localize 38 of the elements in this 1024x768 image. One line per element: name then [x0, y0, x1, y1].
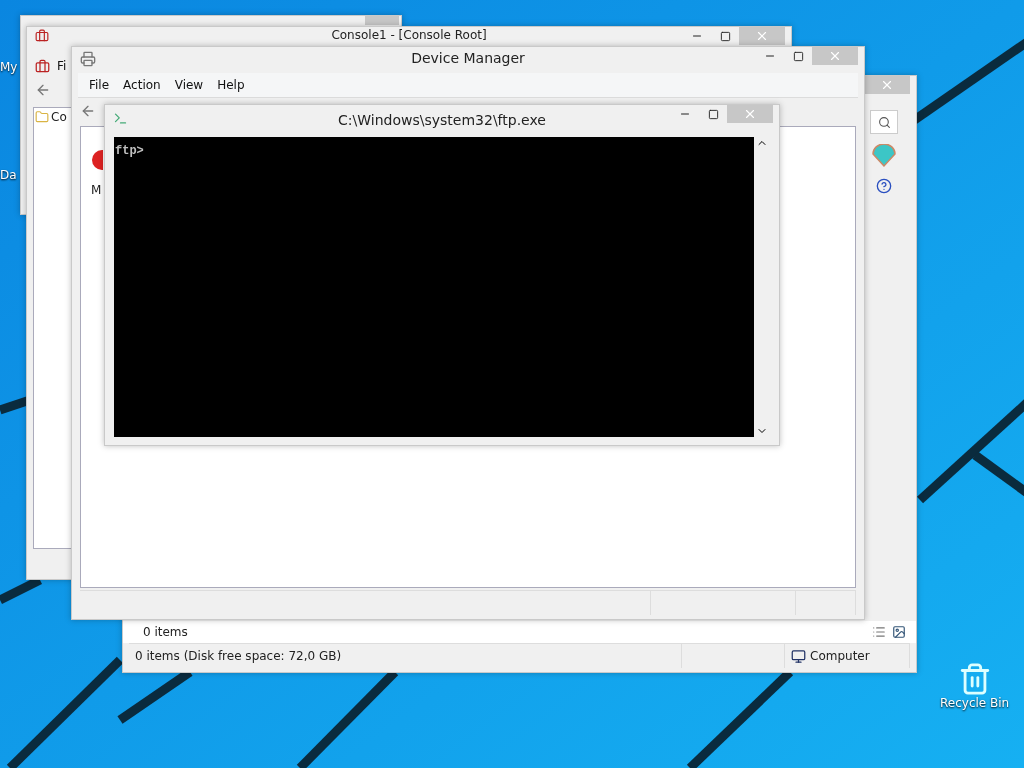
search-button[interactable]	[870, 110, 898, 134]
close-icon	[755, 29, 769, 43]
menu-item[interactable]: Fi	[50, 56, 74, 76]
menu-item[interactable]: View	[167, 75, 211, 95]
close-icon	[828, 49, 842, 63]
close-button[interactable]	[864, 76, 910, 94]
picture-view-icon[interactable]	[892, 625, 906, 639]
stop-icon	[91, 149, 103, 171]
location-label: Computer	[810, 649, 870, 663]
toolbox-icon	[35, 58, 50, 74]
toolbox-icon	[35, 29, 49, 43]
menu-item[interactable]: Help	[210, 75, 252, 95]
maximize-icon	[719, 30, 731, 42]
item-count: 0 items	[143, 625, 188, 639]
desktop-icon-label[interactable]: My	[0, 60, 18, 74]
tree-item[interactable]: Co	[51, 110, 67, 124]
details-view-icon[interactable]	[872, 625, 886, 639]
desktop-icon-label[interactable]: Da	[0, 168, 17, 182]
terminal-screen[interactable]: ftp>	[114, 137, 754, 437]
maximize-icon	[707, 108, 719, 120]
terminal-icon	[113, 111, 128, 126]
content-text: M	[91, 183, 103, 197]
window-title: Console1 - [Console Root]	[331, 28, 487, 42]
maximize-icon	[792, 50, 804, 62]
printer-icon	[80, 51, 96, 67]
folder-icon	[35, 110, 49, 124]
close-icon	[743, 107, 757, 121]
console-text: ftp>	[115, 144, 144, 158]
computer-icon	[791, 648, 806, 664]
menu-item[interactable]: File	[82, 75, 117, 95]
search-icon	[877, 115, 891, 129]
window-title: C:\Windows\system32\ftp.exe	[338, 112, 546, 128]
help-icon[interactable]	[876, 178, 892, 194]
shell-icon[interactable]	[871, 144, 897, 168]
menu-item[interactable]: Action	[116, 75, 168, 95]
status-text: 0 items (Disk free space: 72,0 GB)	[135, 649, 342, 663]
window-title: Device Manager	[411, 50, 525, 66]
close-icon	[880, 78, 894, 92]
